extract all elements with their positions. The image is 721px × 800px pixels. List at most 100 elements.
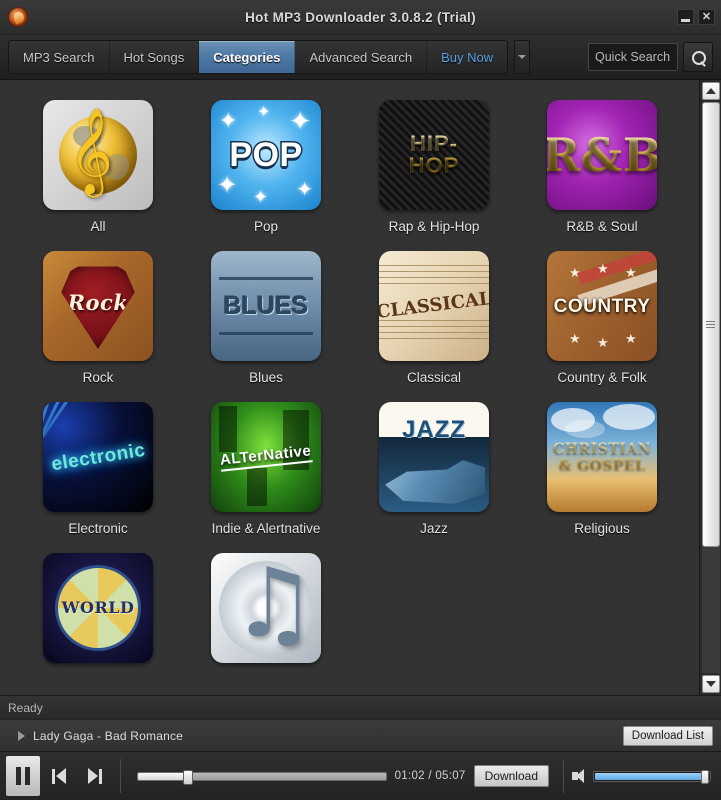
divider xyxy=(120,759,121,793)
scroll-down-button[interactable] xyxy=(701,675,720,693)
play-triangle-icon[interactable] xyxy=(18,730,25,741)
volume-slider[interactable] xyxy=(593,769,711,784)
category-item-world[interactable]: WORLD xyxy=(14,553,182,672)
category-item-rock[interactable]: Rock Rock xyxy=(14,251,182,385)
divider xyxy=(563,759,564,793)
player-bar: 01:02 / 05:07 Download xyxy=(0,751,721,800)
tab-hot-songs[interactable]: Hot Songs xyxy=(110,41,200,73)
pause-button[interactable] xyxy=(6,756,40,796)
tile-art-text: Rock xyxy=(67,289,129,315)
category-thumbnail-pop: ✦ ✦ ✦ ✦ ✦ ✦ POP xyxy=(211,100,321,210)
download-button[interactable]: Download xyxy=(473,765,549,787)
category-item-all[interactable]: 𝄞 All xyxy=(14,100,182,234)
next-button[interactable] xyxy=(78,756,112,796)
seek-thumb[interactable] xyxy=(182,769,193,785)
category-item-religious[interactable]: CHRISTIAN & GOSPEL Religious xyxy=(518,402,686,536)
previous-track-icon xyxy=(52,768,66,784)
previous-button[interactable] xyxy=(42,756,76,796)
status-bar: Ready xyxy=(0,695,721,719)
category-item-classical[interactable]: CLASSICAL Classical xyxy=(350,251,518,385)
category-label: All xyxy=(90,219,106,234)
category-item-country-folk[interactable]: ★ ★ ★ ★ ★ ★ COUNTRY Country & Folk xyxy=(518,251,686,385)
tile-art-text: COUNTRY xyxy=(553,295,651,317)
category-item-other[interactable]: ♫ xyxy=(182,553,350,672)
tab-buy-now[interactable]: Buy Now xyxy=(427,41,507,73)
now-playing-bar: Lady Gaga - Bad Romance Download List xyxy=(0,719,721,751)
category-item-pop[interactable]: ✦ ✦ ✦ ✦ ✦ ✦ POP Pop xyxy=(182,100,350,234)
tile-art-text: CHRISTIAN & GOSPEL xyxy=(553,440,651,473)
seek-bar-wrapper[interactable] xyxy=(129,769,395,785)
category-label: Indie & Alertnative xyxy=(211,521,321,536)
volume-group xyxy=(572,769,721,784)
flame-logo-icon xyxy=(8,7,28,27)
tab-advanced-search[interactable]: Advanced Search xyxy=(295,41,428,73)
toolbar-overflow-button[interactable] xyxy=(514,40,531,74)
category-item-rap-hip-hop[interactable]: HIP- HOP Rap & Hip-Hop xyxy=(350,100,518,234)
volume-thumb[interactable] xyxy=(700,769,709,784)
category-label: Country & Folk xyxy=(557,370,647,385)
minimize-button[interactable] xyxy=(677,9,694,25)
next-track-icon xyxy=(88,768,102,784)
status-text: Ready xyxy=(8,700,43,715)
category-item-indie-alternative[interactable]: ALTerNative Indie & Alertnative xyxy=(182,402,350,536)
scrollbar-thumb[interactable] xyxy=(701,102,720,548)
seek-bar[interactable] xyxy=(137,769,387,785)
category-label: Pop xyxy=(253,219,279,234)
category-item-blues[interactable]: BLUES Blues xyxy=(182,251,350,385)
category-label: Jazz xyxy=(420,521,448,536)
now-playing-track: Lady Gaga - Bad Romance xyxy=(33,728,184,743)
tile-art-text: JAZZ xyxy=(402,416,466,443)
speaker-icon[interactable] xyxy=(572,769,587,783)
category-thumbnail-rock: Rock xyxy=(43,251,153,361)
category-label: R&B & Soul xyxy=(566,219,638,234)
content-area: 𝄞 All ✦ ✦ ✦ ✦ ✦ ✦ POP Pop HIP- HOP Rap &… xyxy=(0,80,721,695)
category-thumbnail-other: ♫ xyxy=(211,553,321,663)
grip-icon xyxy=(706,321,715,329)
category-thumbnail-jazz: JAZZ xyxy=(379,402,489,512)
title-bar: Hot MP3 Downloader 3.0.8.2 (Trial) ✕ xyxy=(0,0,721,35)
category-thumbnail-electronic: electronic xyxy=(43,402,153,512)
window-controls: ✕ xyxy=(677,9,715,25)
quick-search-group xyxy=(588,42,713,72)
tile-art-text: BLUES xyxy=(223,291,309,320)
category-item-jazz[interactable]: JAZZ Jazz xyxy=(350,402,518,536)
category-thumbnail-country-folk: ★ ★ ★ ★ ★ ★ COUNTRY xyxy=(547,251,657,361)
close-button[interactable]: ✕ xyxy=(698,9,715,25)
category-thumbnail-classical: CLASSICAL xyxy=(379,251,489,361)
download-list-button[interactable]: Download List xyxy=(622,725,713,746)
quick-search-button[interactable] xyxy=(683,42,713,72)
tile-art-text: HIP- HOP xyxy=(408,131,460,178)
volume-level xyxy=(595,772,708,780)
category-thumbnail-indie-alternative: ALTerNative xyxy=(211,402,321,512)
tab-mp3-search[interactable]: MP3 Search xyxy=(9,41,110,73)
tile-art-text: CLASSICAL xyxy=(379,288,489,323)
application-window: Hot MP3 Downloader 3.0.8.2 (Trial) ✕ MP3… xyxy=(0,0,721,800)
search-icon xyxy=(691,50,706,65)
scroll-down-arrow-icon xyxy=(705,681,716,687)
transport-controls xyxy=(0,752,112,800)
music-note-icon: ♫ xyxy=(231,553,318,659)
scroll-up-button[interactable] xyxy=(701,82,720,100)
trumpet-icon xyxy=(385,460,485,504)
window-title: Hot MP3 Downloader 3.0.8.2 (Trial) xyxy=(245,9,476,25)
category-grid-area: 𝄞 All ✦ ✦ ✦ ✦ ✦ ✦ POP Pop HIP- HOP Rap &… xyxy=(0,80,699,695)
vertical-scrollbar[interactable] xyxy=(699,80,721,695)
tile-art-text: WORLD xyxy=(61,598,135,617)
quick-search-input[interactable] xyxy=(588,43,678,71)
category-thumbnail-religious: CHRISTIAN & GOSPEL xyxy=(547,402,657,512)
main-toolbar: MP3 Search Hot Songs Categories Advanced… xyxy=(0,35,721,80)
category-thumbnail-rap-hip-hop: HIP- HOP xyxy=(379,100,489,210)
category-item-electronic[interactable]: electronic Electronic xyxy=(14,402,182,536)
scrollbar-track[interactable] xyxy=(701,102,720,673)
tile-art-text: electronic xyxy=(49,439,147,475)
category-item-rnb-soul[interactable]: R&B R&B & Soul xyxy=(518,100,686,234)
scroll-up-arrow-icon xyxy=(705,88,716,94)
tile-art-text: POP xyxy=(228,136,304,174)
minimize-icon xyxy=(681,18,690,22)
tile-art-text: R&B xyxy=(547,132,657,178)
tab-categories[interactable]: Categories xyxy=(199,41,296,73)
category-label: Electronic xyxy=(68,521,128,536)
pause-icon xyxy=(16,767,30,785)
seek-progress xyxy=(138,772,188,780)
chevron-down-icon xyxy=(518,55,527,59)
